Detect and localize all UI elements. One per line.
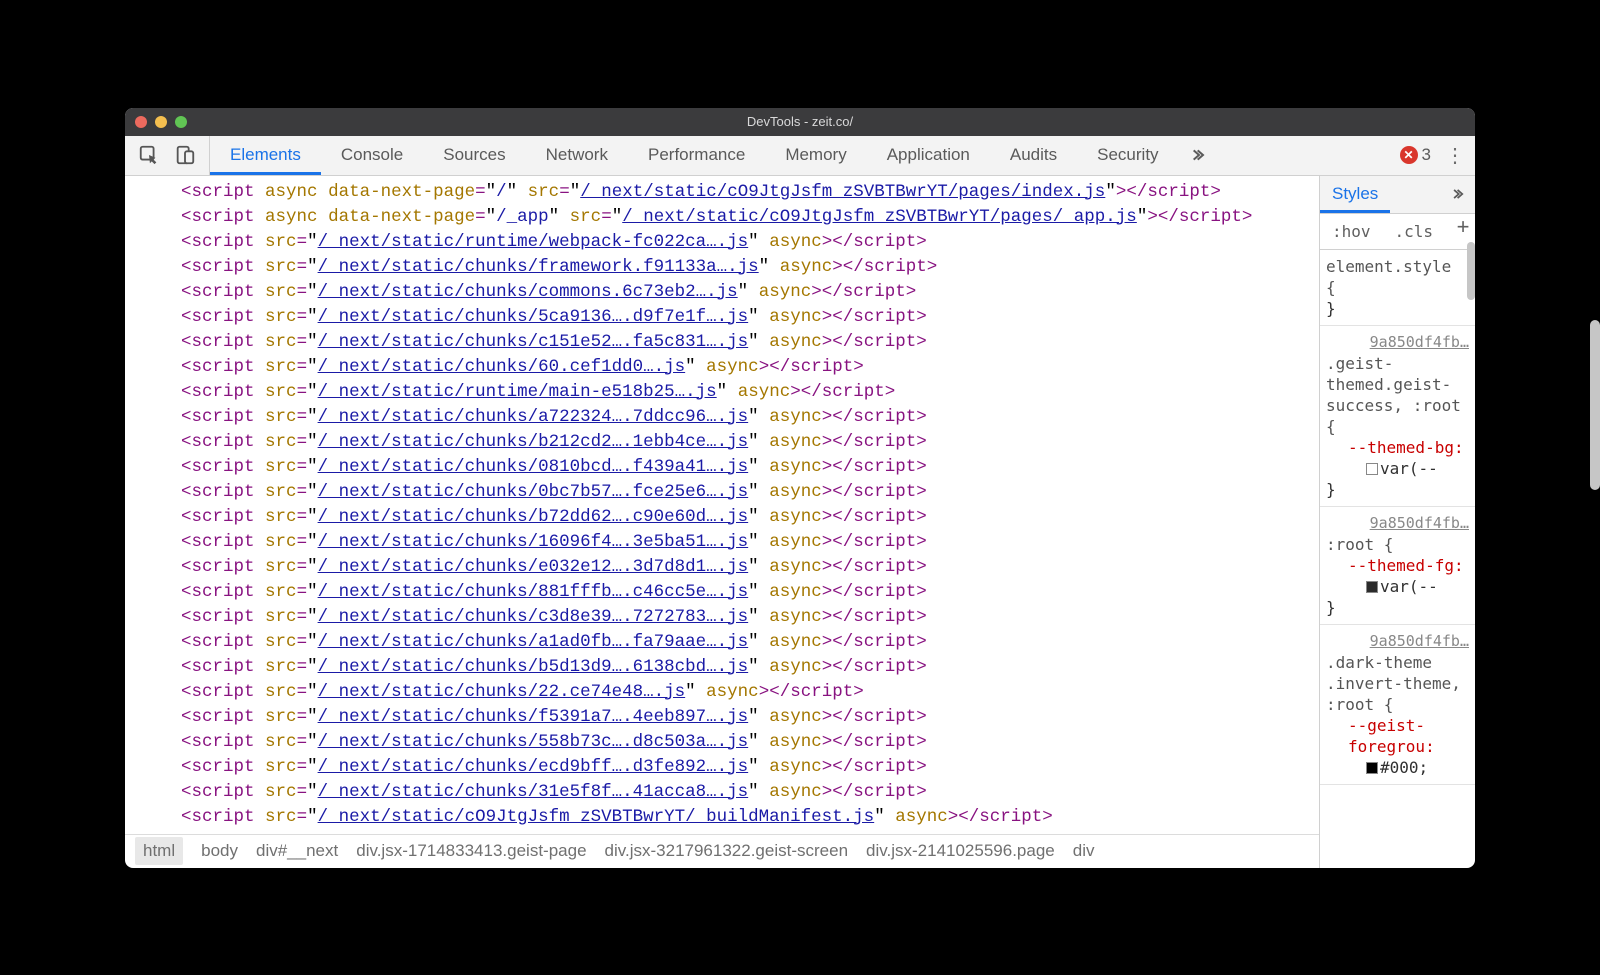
class-toggle[interactable]: .cls bbox=[1383, 214, 1446, 249]
dom-node[interactable]: <script src="/_next/static/chunks/common… bbox=[181, 280, 1319, 305]
more-tabs-icon[interactable] bbox=[1179, 136, 1215, 175]
tab-security[interactable]: Security bbox=[1077, 136, 1178, 175]
breadcrumb-item[interactable]: div bbox=[1073, 841, 1095, 861]
styles-panel: Styles :hov .cls + element.style {}9a850… bbox=[1319, 176, 1475, 868]
dom-node[interactable]: <script src="/_next/static/chunks/22.ce7… bbox=[181, 680, 1319, 705]
dom-node[interactable]: <script src="/_next/static/chunks/b5d13d… bbox=[181, 655, 1319, 680]
toolbar: ElementsConsoleSourcesNetworkPerformance… bbox=[125, 136, 1475, 176]
dom-node[interactable]: <script src="/_next/static/chunks/a1ad0f… bbox=[181, 630, 1319, 655]
tab-audits[interactable]: Audits bbox=[990, 136, 1077, 175]
style-rule[interactable]: 9a850df4fb…:root {--themed-fg:var(--} bbox=[1320, 507, 1475, 625]
tab-console[interactable]: Console bbox=[321, 136, 423, 175]
dom-tree[interactable]: <script async data-next-page="/" src="/_… bbox=[125, 176, 1319, 834]
dom-node[interactable]: <script src="/_next/static/chunks/framew… bbox=[181, 255, 1319, 280]
dom-node[interactable]: <script src="/_next/static/chunks/f5391a… bbox=[181, 705, 1319, 730]
tab-application[interactable]: Application bbox=[867, 136, 990, 175]
device-toolbar-icon[interactable] bbox=[169, 139, 201, 171]
breadcrumb-item[interactable]: body bbox=[201, 841, 238, 861]
dom-node[interactable]: <script src="/_next/static/runtime/main-… bbox=[181, 380, 1319, 405]
dom-node[interactable]: <script src="/_next/static/cO9JtgJsfm_zS… bbox=[181, 805, 1319, 830]
tab-elements[interactable]: Elements bbox=[210, 136, 321, 175]
hover-toggle[interactable]: :hov bbox=[1320, 214, 1383, 249]
dom-node[interactable]: <script src="/_next/static/chunks/0810bc… bbox=[181, 455, 1319, 480]
devtools-window: DevTools - zeit.co/ ElementsConsoleSourc… bbox=[125, 108, 1475, 868]
style-rule[interactable]: element.style {} bbox=[1320, 250, 1475, 326]
settings-menu-icon[interactable]: ⋮ bbox=[1445, 143, 1465, 168]
dom-node[interactable]: <script src="/_next/static/chunks/881fff… bbox=[181, 580, 1319, 605]
styles-more-tabs-icon[interactable] bbox=[1439, 176, 1475, 213]
breadcrumb-item[interactable]: div.jsx-3217961322.geist-screen bbox=[605, 841, 849, 861]
dom-node[interactable]: <script async data-next-page="/" src="/_… bbox=[181, 180, 1319, 205]
dom-node[interactable]: <script src="/_next/static/chunks/a72232… bbox=[181, 405, 1319, 430]
error-count[interactable]: ✕ 3 bbox=[1400, 145, 1431, 165]
style-rule[interactable]: 9a850df4fb….geist-themed.geist-success, … bbox=[1320, 326, 1475, 507]
dom-node[interactable]: <script src="/_next/static/chunks/31e5f8… bbox=[181, 780, 1319, 805]
breadcrumb-item[interactable]: div.jsx-2141025596.page bbox=[866, 841, 1055, 861]
style-rule[interactable]: 9a850df4fb….dark-theme .invert-theme, :r… bbox=[1320, 625, 1475, 785]
breadcrumb-item[interactable]: html bbox=[135, 837, 183, 865]
dom-node[interactable]: <script async data-next-page="/_app" src… bbox=[181, 205, 1319, 230]
breadcrumb-item[interactable]: div.jsx-1714833413.geist-page bbox=[356, 841, 586, 861]
dom-node[interactable]: <script src="/_next/static/chunks/e032e1… bbox=[181, 555, 1319, 580]
elements-panel: <script async data-next-page="/" src="/_… bbox=[125, 176, 1319, 868]
error-count-value: 3 bbox=[1422, 145, 1431, 165]
dom-node[interactable]: <script src="/_next/static/chunks/b72dd6… bbox=[181, 505, 1319, 530]
tab-network[interactable]: Network bbox=[526, 136, 628, 175]
dom-node[interactable]: <script src="/_next/static/chunks/5ca913… bbox=[181, 305, 1319, 330]
dom-node[interactable]: <script src="/_next/static/chunks/c151e5… bbox=[181, 330, 1319, 355]
error-icon: ✕ bbox=[1400, 146, 1418, 164]
dom-node[interactable]: <script src="/_next/static/chunks/c3d8e3… bbox=[181, 605, 1319, 630]
dom-node[interactable]: <script src="/_next/static/runtime/webpa… bbox=[181, 230, 1319, 255]
breadcrumb-item[interactable]: div#__next bbox=[256, 841, 338, 861]
styles-scrollbar-thumb[interactable] bbox=[1467, 242, 1475, 300]
dom-node[interactable]: <script src="/_next/static/chunks/b212cd… bbox=[181, 430, 1319, 455]
window-title: DevTools - zeit.co/ bbox=[125, 114, 1475, 129]
dom-node[interactable]: <script src="/_next/static/chunks/558b73… bbox=[181, 730, 1319, 755]
inspect-element-icon[interactable] bbox=[133, 139, 165, 171]
tab-memory[interactable]: Memory bbox=[765, 136, 866, 175]
breadcrumb[interactable]: html body div#__next div.jsx-1714833413.gei… bbox=[125, 834, 1319, 868]
dom-node[interactable]: <script src="/_next/static/chunks/ecd9bf… bbox=[181, 755, 1319, 780]
dom-node[interactable]: <script src="/_next/static/chunks/60.cef… bbox=[181, 355, 1319, 380]
tab-performance[interactable]: Performance bbox=[628, 136, 765, 175]
tab-styles[interactable]: Styles bbox=[1320, 176, 1390, 213]
dom-node[interactable]: <script src="/_next/static/chunks/0bc7b5… bbox=[181, 480, 1319, 505]
dom-node[interactable]: <script src="/_next/static/chunks/16096f… bbox=[181, 530, 1319, 555]
tab-sources[interactable]: Sources bbox=[423, 136, 525, 175]
titlebar: DevTools - zeit.co/ bbox=[125, 108, 1475, 136]
